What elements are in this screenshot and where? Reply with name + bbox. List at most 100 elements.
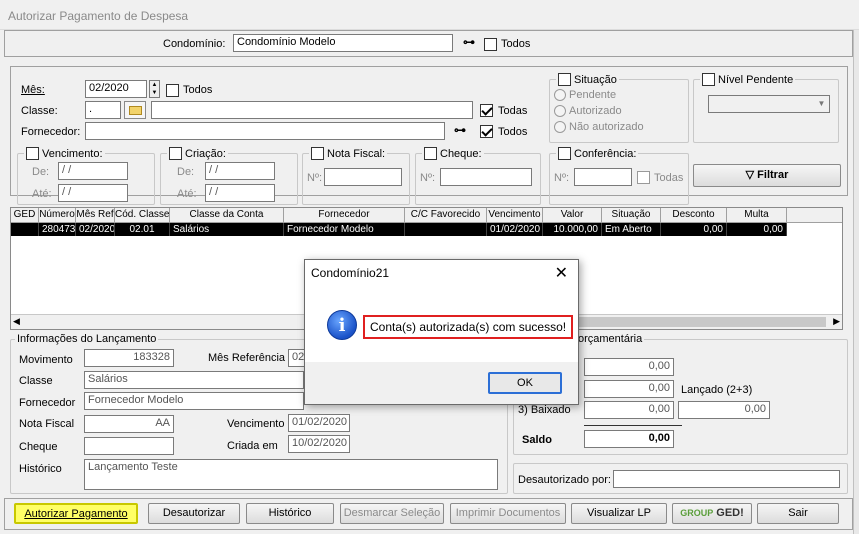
visualizar-lp-button[interactable]: Visualizar LP — [571, 503, 667, 524]
desautorizado-group: Desautorizado por: — [513, 463, 848, 494]
classe-info-field[interactable]: Salários — [84, 371, 304, 389]
orcamentaria-field-2[interactable]: 0,00 — [584, 380, 674, 398]
ok-button[interactable]: OK — [488, 372, 562, 394]
vencimento-info-field[interactable]: 01/02/2020 — [288, 414, 350, 432]
binoculars-icon[interactable]: ⊶ — [458, 35, 480, 52]
nota-fiscal-info-field[interactable]: AA — [84, 415, 174, 433]
mes-field[interactable]: 02/2020 — [85, 80, 147, 98]
col-vencimento[interactable]: Vencimento — [487, 208, 543, 222]
criacao-de-label: De: — [177, 166, 195, 178]
condominio-todos-checkbox[interactable] — [484, 38, 497, 51]
nota-fiscal-info-label: Nota Fiscal — [19, 418, 75, 430]
filtrar-button[interactable]: ▽ Filtrar — [693, 164, 841, 187]
classe-code-field[interactable]: . — [85, 101, 121, 119]
mes-todos-checkbox[interactable] — [166, 84, 179, 97]
nivel-pendente-select[interactable] — [708, 95, 830, 113]
situacao-option-pendente[interactable]: Pendente — [554, 89, 616, 101]
cheque-field[interactable] — [440, 168, 532, 186]
lancado-field[interactable]: 0,00 — [678, 401, 770, 419]
dialog-footer: OK — [305, 362, 578, 404]
col-cod-classe[interactable]: Cód. Classe — [115, 208, 170, 222]
chevron-down-icon[interactable]: ▼ — [814, 96, 829, 112]
nota-fiscal-n-label: Nº: — [307, 172, 323, 184]
situacao-option-autorizado[interactable]: Autorizado — [554, 105, 622, 117]
nota-fiscal-checkbox[interactable] — [311, 147, 324, 160]
criacao-de-field[interactable]: / / — [205, 162, 275, 180]
criada-em-field[interactable]: 10/02/2020 — [288, 435, 350, 453]
col-situacao[interactable]: Situação — [602, 208, 661, 222]
baixado-field[interactable]: 0,00 — [584, 401, 674, 419]
col-mes-ref[interactable]: Mês Ref — [76, 208, 115, 222]
col-classe-conta[interactable]: Classe da Conta — [170, 208, 284, 222]
conferencia-checkbox[interactable] — [558, 147, 571, 160]
cheque-info-field[interactable] — [84, 437, 174, 455]
conferencia-field[interactable] — [574, 168, 632, 186]
vencimento-de-field[interactable]: / / — [58, 162, 128, 180]
nota-fiscal-group: Nota Fiscal: Nº: — [302, 147, 410, 205]
situacao-checkbox[interactable] — [558, 73, 571, 86]
col-valor[interactable]: Valor — [543, 208, 602, 222]
autorizar-pagamento-button[interactable]: Autorizar Pagamento — [14, 503, 138, 524]
criacao-ate-field[interactable]: / / — [205, 184, 275, 202]
conferencia-todas-checkbox[interactable] — [637, 171, 650, 184]
ged-label: GED! — [716, 507, 744, 519]
close-icon[interactable]: ✕ — [555, 263, 568, 283]
cheque-checkbox[interactable] — [424, 147, 437, 160]
info-title: Informações do Lançamento — [15, 333, 159, 345]
scroll-right-icon[interactable]: ▶ — [833, 316, 840, 327]
col-multa[interactable]: Multa — [727, 208, 787, 222]
historico-field[interactable]: Lançamento Teste — [84, 459, 498, 490]
mes-spinner[interactable]: ▲ ▼ — [149, 80, 160, 98]
col-desconto[interactable]: Desconto — [661, 208, 727, 222]
saldo-field[interactable]: 0,00 — [584, 430, 674, 448]
col-numero[interactable]: Número — [39, 208, 76, 222]
conferencia-n-label: Nº: — [554, 172, 570, 184]
vencimento-ate-field[interactable]: / / — [58, 184, 128, 202]
fornecedor-info-field[interactable]: Fornecedor Modelo — [84, 392, 304, 410]
orcamentaria-field-1[interactable]: 0,00 — [584, 358, 674, 376]
saldo-label: Saldo — [522, 434, 552, 446]
funnel-icon: ▽ — [745, 169, 755, 181]
grid-header: GED Número Mês Ref Cód. Classe Classe da… — [11, 208, 842, 223]
criacao-checkbox[interactable] — [169, 147, 182, 160]
fornecedor-todos-checkbox[interactable] — [480, 125, 493, 138]
vencimento-group: Vencimento: De: / / Até: / / — [17, 147, 155, 205]
saldo-divider — [584, 425, 682, 426]
classe-todas-checkbox[interactable] — [480, 104, 493, 117]
group-ged-button[interactable]: GROUP GED! — [672, 503, 752, 524]
historico-button[interactable]: Histórico — [246, 503, 334, 524]
classe-desc-field[interactable] — [151, 101, 473, 119]
dialog-message: Conta(s) autorizada(s) com sucesso! — [363, 315, 574, 339]
folder-icon[interactable] — [124, 101, 146, 119]
scroll-left-icon[interactable]: ◀ — [13, 316, 20, 327]
criada-em-label: Criada em — [227, 440, 278, 452]
lancado-label: Lançado (2+3) — [681, 384, 753, 396]
movimento-field[interactable]: 183328 — [84, 349, 174, 367]
desautorizado-field[interactable] — [613, 470, 840, 488]
orcamentaria-title: orçamentária — [576, 333, 645, 345]
desmarcar-selecao-button[interactable]: Desmarcar Seleção — [340, 503, 444, 524]
info-icon: i — [327, 310, 357, 340]
cheque-n-label: Nº: — [420, 172, 436, 184]
table-row[interactable]: 280473 02/2020 02.01 Salários Fornecedor… — [11, 223, 787, 236]
condominio-field[interactable]: Condomínio Modelo — [233, 34, 453, 52]
nota-fiscal-field[interactable] — [324, 168, 402, 186]
criacao-ate-label: Até: — [177, 188, 197, 200]
nivel-pendente-group: Nível Pendente ▼ — [693, 73, 839, 143]
vencimento-checkbox[interactable] — [26, 147, 39, 160]
col-ged[interactable]: GED — [11, 208, 39, 222]
desautorizar-button[interactable]: Desautorizar — [148, 503, 240, 524]
conferencia-group: Conferência: Nº: Todas — [549, 147, 689, 205]
col-cc-favorecido[interactable]: C/C Favorecido — [405, 208, 487, 222]
fornecedor-binoculars-icon[interactable]: ⊶ — [449, 123, 471, 140]
title-bar: Autorizar Pagamento de Despesa — [0, 0, 859, 30]
situacao-option-nao-autorizado[interactable]: Não autorizado — [554, 121, 644, 133]
imprimir-documentos-button[interactable]: Imprimir Documentos — [450, 503, 566, 524]
nivel-pendente-checkbox[interactable] — [702, 73, 715, 86]
fornecedor-field[interactable] — [85, 122, 445, 140]
classe-info-label: Classe — [19, 375, 53, 387]
classe-label: Classe: — [21, 105, 58, 117]
sair-button[interactable]: Sair — [757, 503, 839, 524]
cheque-info-label: Cheque — [19, 441, 58, 453]
col-fornecedor[interactable]: Fornecedor — [284, 208, 405, 222]
